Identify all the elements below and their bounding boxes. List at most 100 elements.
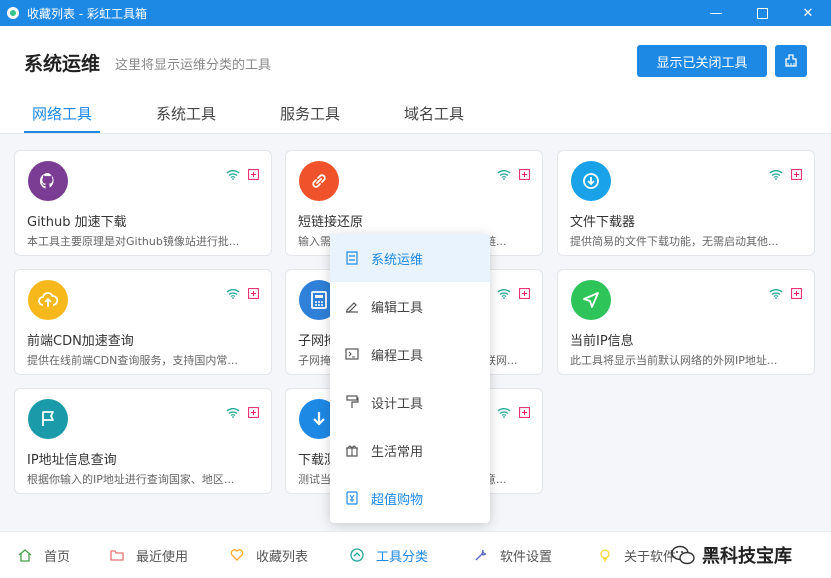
add-favorite-icon[interactable] — [519, 284, 530, 303]
tool-name: 文件下载器 — [570, 215, 636, 230]
nav-home[interactable]: 首页 — [18, 532, 70, 578]
tool-card[interactable]: 当前IP信息此工具将显示当前默认网络的外网IP地址... — [557, 269, 815, 375]
menu-item-label: 生活常用 — [371, 444, 424, 460]
add-favorite-icon[interactable] — [791, 284, 802, 303]
gift-icon — [345, 443, 359, 457]
menu-item-edit[interactable]: 编辑工具 — [330, 282, 490, 330]
maximize-button[interactable] — [739, 0, 785, 26]
minimize-button[interactable]: — — [693, 0, 739, 26]
tool-name: 短链接还原 — [298, 215, 364, 230]
nav-favorites[interactable]: 收藏列表 — [230, 532, 308, 578]
menu-item-shopping[interactable]: 超值购物 — [330, 474, 490, 522]
menu-item-programming[interactable]: 编程工具 — [330, 330, 490, 378]
nav-label: 工具分类 — [376, 549, 429, 565]
tab-network[interactable]: 网络工具 — [24, 103, 101, 133]
card-badges — [226, 403, 259, 422]
wechat-icon — [671, 545, 695, 565]
menu-item-label: 编辑工具 — [371, 300, 424, 316]
close-icon: ✕ — [802, 5, 814, 21]
wrench-icon — [474, 548, 488, 562]
add-favorite-icon[interactable] — [519, 403, 530, 422]
menu-item-label: 设计工具 — [371, 396, 424, 412]
server-icon — [345, 251, 359, 265]
link-icon — [299, 161, 339, 201]
menu-item-label: 超值购物 — [371, 492, 424, 508]
send-icon — [571, 280, 611, 320]
tool-name: IP地址信息查询 — [27, 453, 117, 468]
tool-description: 根据你输入的IP地址进行查询国家、地区... — [27, 473, 235, 486]
wifi-icon — [226, 403, 240, 422]
menu-item-label: 编程工具 — [371, 348, 424, 364]
tab-system[interactable]: 系统工具 — [148, 103, 224, 133]
wifi-icon — [497, 403, 511, 422]
wifi-icon — [497, 165, 511, 184]
tool-name: 当前IP信息 — [570, 334, 634, 349]
broom-icon — [785, 54, 797, 67]
clean-button[interactable] — [775, 45, 807, 77]
window-title: 收藏列表 - 彩虹工具箱 — [27, 6, 147, 21]
close-button[interactable]: ✕ — [785, 0, 831, 26]
nav-about[interactable]: 关于软件 — [598, 532, 676, 578]
card-badges — [769, 165, 802, 184]
shopping-icon — [345, 491, 359, 505]
card-badges — [497, 403, 530, 422]
card-badges — [497, 284, 530, 303]
bulb-icon — [598, 548, 612, 562]
github-icon — [28, 161, 68, 201]
nav-label: 收藏列表 — [256, 549, 309, 565]
tool-card[interactable]: Github 加速下载 本工具主要原理是对Github镜像站进行批... — [14, 150, 272, 256]
page-title: 系统运维 — [24, 53, 101, 75]
add-favorite-icon[interactable] — [248, 284, 259, 303]
add-favorite-icon[interactable] — [791, 165, 802, 184]
tool-description: 此工具将显示当前默认网络的外网IP地址... — [570, 354, 778, 367]
heart-icon — [230, 548, 244, 562]
tool-card[interactable]: 文件下载器提供简易的文件下载功能，无需启动其他... — [557, 150, 815, 256]
nav-label: 软件设置 — [500, 549, 553, 565]
menu-item-life[interactable]: 生活常用 — [330, 426, 490, 474]
menu-item-design[interactable]: 设计工具 — [330, 378, 490, 426]
terminal-icon — [345, 347, 359, 361]
menu-item-sysops[interactable]: 系统运维 — [330, 234, 490, 282]
nav-settings[interactable]: 软件设置 — [474, 532, 552, 578]
nav-recent[interactable]: 最近使用 — [110, 532, 188, 578]
app-logo-icon — [7, 7, 19, 19]
tool-name: Github 加速下载 — [27, 215, 127, 230]
cloud-upload-icon — [28, 280, 68, 320]
watermark-text: 黑科技宝库 — [702, 546, 792, 567]
home-icon — [18, 548, 32, 562]
nav-categories[interactable]: 工具分类 — [350, 532, 428, 578]
add-favorite-icon[interactable] — [519, 165, 530, 184]
folder-icon — [110, 548, 124, 562]
tool-card[interactable]: 前端CDN加速查询 提供在线前端CDN查询服务，支持国内常... — [14, 269, 272, 375]
wifi-icon — [497, 284, 511, 303]
wifi-icon — [769, 284, 783, 303]
wifi-icon — [226, 284, 240, 303]
wifi-icon — [226, 165, 240, 184]
maximize-icon — [756, 7, 768, 19]
title-bar: 收藏列表 - 彩虹工具箱 — ✕ — [0, 0, 831, 26]
tab-domain[interactable]: 域名工具 — [396, 103, 472, 133]
flag-icon — [28, 399, 68, 439]
add-favorite-icon[interactable] — [248, 403, 259, 422]
add-favorite-icon[interactable] — [248, 165, 259, 184]
nav-label: 首页 — [44, 549, 71, 565]
bottom-nav: 首页 最近使用 收藏列表 工具分类 软件设置 关于软件 黑科技宝库 — [0, 531, 831, 578]
page-subtitle: 这里将显示运维分类的工具 — [115, 58, 272, 73]
card-badges — [769, 284, 802, 303]
menu-item-label: 系统运维 — [371, 252, 424, 268]
category-icon — [350, 548, 364, 562]
pen-icon — [345, 299, 359, 313]
show-closed-tools-button[interactable]: 显示已关闭工具 — [637, 45, 767, 77]
category-tabs: 网络工具 系统工具 服务工具 域名工具 — [24, 103, 520, 133]
tool-description: 提供简易的文件下载功能，无需启动其他... — [570, 235, 779, 248]
category-menu: 系统运维 编辑工具 编程工具 设计工具 生活常用 超值购物 — [330, 234, 490, 523]
tool-description: 提供在线前端CDN查询服务，支持国内常... — [27, 354, 238, 367]
paint-roller-icon — [345, 395, 359, 409]
tab-service[interactable]: 服务工具 — [272, 103, 348, 133]
card-badges — [226, 284, 259, 303]
watermark: 黑科技宝库 — [670, 532, 792, 578]
nav-label: 最近使用 — [136, 549, 189, 565]
nav-label: 关于软件 — [624, 549, 677, 565]
card-badges — [226, 165, 259, 184]
tool-card[interactable]: IP地址信息查询根据你输入的IP地址进行查询国家、地区... — [14, 388, 272, 494]
